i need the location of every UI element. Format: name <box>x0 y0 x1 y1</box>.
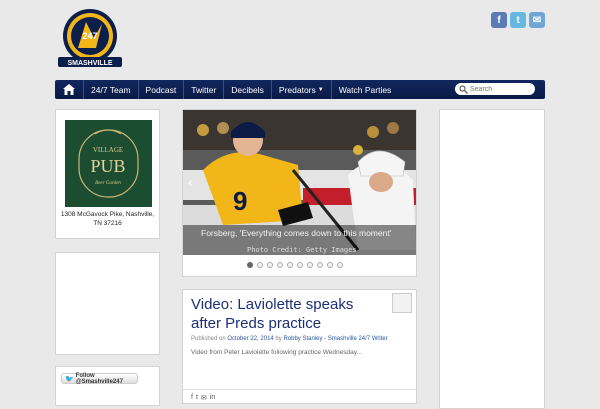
slider-dot[interactable] <box>337 262 343 268</box>
meta-prefix: Published on <box>191 336 226 342</box>
twitter-follow-button[interactable]: 🐦 Follow @Smashville247 <box>61 372 138 385</box>
slider-dot[interactable] <box>267 262 273 268</box>
nav-item-watch-parties[interactable]: Watch Parties <box>332 80 399 99</box>
left-widget-empty <box>55 252 160 355</box>
nav-item-decibels[interactable]: Decibels <box>224 80 272 99</box>
logo-number: 247 <box>82 31 97 41</box>
post-excerpt: Video from Peter Laviolette following pr… <box>191 349 362 356</box>
logo-wordmark: SMASHVILLE <box>67 60 112 67</box>
home-button[interactable] <box>55 80 84 99</box>
slider-dot[interactable] <box>287 262 293 268</box>
nav-item-team[interactable]: 24/7 Team <box>84 80 139 99</box>
pub-sign-bottom: Beer Garden <box>95 181 121 186</box>
post-card: Video: Laviolette speaks after Preds pra… <box>182 289 417 404</box>
slider-dot[interactable] <box>277 262 283 268</box>
slider-pagination <box>247 262 343 268</box>
facebook-icon[interactable]: f <box>491 12 507 28</box>
post-meta: Published on October 22, 2014 by Robby S… <box>191 336 388 342</box>
home-icon <box>63 84 75 95</box>
nav-item-podcast[interactable]: Podcast <box>139 80 185 99</box>
slider-dot[interactable] <box>247 262 253 268</box>
pub-sign-top: VILLAGE <box>93 146 123 154</box>
slider-dot[interactable] <box>327 262 333 268</box>
smashville-logo-icon: SMASHVILLE 247 <box>58 9 122 67</box>
twitter-icon[interactable]: t <box>510 12 526 28</box>
post-date[interactable]: October 22, 2014 <box>227 336 273 342</box>
nav-item-label: Podcast <box>145 84 177 95</box>
prev-arrow-icon[interactable]: ‹ <box>188 174 193 190</box>
post-author[interactable]: Robby Stanley - Smashville 24/7 Writer <box>283 336 387 342</box>
twitter-follow-widget: 🐦 Follow @Smashville247 <box>55 366 160 406</box>
slider-dot[interactable] <box>317 262 323 268</box>
jersey-number: 9 <box>233 186 247 216</box>
share-bar: f t ✉ in <box>183 389 416 405</box>
village-pub-ad[interactable]: VILLAGE PUB Beer Garden 1308 McGavock Pi… <box>55 109 160 239</box>
pub-sign-main: PUB <box>90 156 125 176</box>
village-pub-logo: VILLAGE PUB Beer Garden <box>65 120 152 207</box>
nav-item-label: 24/7 Team <box>91 84 131 95</box>
slider-dot[interactable] <box>257 262 263 268</box>
nav-item-predators[interactable]: Predators ▼ <box>272 80 332 99</box>
ad-address: 1308 McGavock Pike, Nashville, TN 37216 <box>60 211 155 227</box>
right-sidebar <box>439 109 545 409</box>
search-input[interactable] <box>468 85 534 93</box>
photo-credit: Photo Credit: Getty Images <box>247 246 357 254</box>
post-thumbnail[interactable] <box>392 293 412 313</box>
featured-slider: 9 Forsberg, 'Everything comes down to th… <box>182 109 417 277</box>
nav-item-label: Decibels <box>231 84 264 95</box>
slider-dot[interactable] <box>297 262 303 268</box>
email-share-icon[interactable]: ✉ <box>201 394 207 402</box>
main-nav: 24/7 Team Podcast Twitter Decibels Preda… <box>55 80 545 99</box>
meta-by: by <box>275 336 282 342</box>
slide-caption[interactable]: Forsberg, 'Everything comes down to this… <box>201 228 391 238</box>
nav-item-label: Watch Parties <box>338 84 392 95</box>
nav-item-twitter[interactable]: Twitter <box>184 80 225 99</box>
follow-label: Follow @Smashville247 <box>75 372 123 385</box>
twitter-bird-icon: 🐦 <box>65 375 74 383</box>
post-title[interactable]: Video: Laviolette speaks after Preds pra… <box>191 295 386 333</box>
search-box <box>455 83 535 95</box>
social-links: f t ✉ <box>491 12 545 28</box>
slider-dot[interactable] <box>307 262 313 268</box>
email-icon[interactable]: ✉ <box>529 12 545 28</box>
chevron-down-icon: ▼ <box>317 86 324 93</box>
next-arrow-icon[interactable]: › <box>406 174 411 190</box>
nav-item-label: Predators <box>278 84 316 95</box>
site-logo[interactable]: SMASHVILLE 247 <box>56 8 124 68</box>
search-icon <box>459 84 468 94</box>
nav-item-label: Twitter <box>191 84 217 95</box>
